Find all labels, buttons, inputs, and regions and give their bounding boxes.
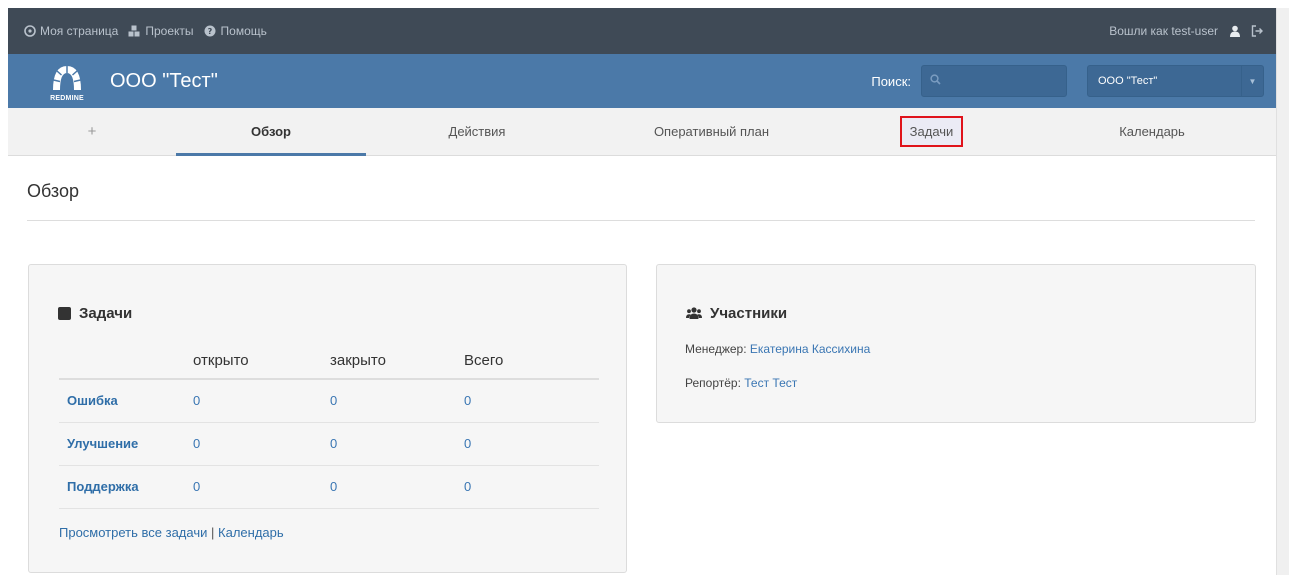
cubes-icon <box>128 25 141 38</box>
column-header-total: Всего <box>456 343 599 380</box>
users-icon <box>686 307 702 320</box>
redmine-logo[interactable]: REDMINE <box>46 59 88 103</box>
redmine-logo-icon <box>53 66 81 90</box>
reporter-line: Репортёр: Тест Тест <box>685 376 797 390</box>
issues-table: открыто закрыто Всего Ошибка 0 0 0 Улучш… <box>59 343 599 509</box>
issues-box-title: Задачи <box>58 305 132 322</box>
total-count-link[interactable]: 0 <box>456 379 599 423</box>
page-title: Обзор <box>27 181 79 201</box>
project-header: REDMINE ООО "Тест" Поиск: ООО "Тест" ▼ <box>8 54 1276 108</box>
link-separator: | <box>211 525 215 540</box>
tracker-link-feature[interactable]: Улучшение <box>59 422 185 466</box>
tracker-link-support[interactable]: Поддержка <box>59 465 185 509</box>
reporter-role-label: Репортёр: <box>685 376 741 390</box>
my-page-link[interactable]: Моя страница <box>23 24 118 38</box>
tab-roadmap-label: Оперативный план <box>653 124 770 139</box>
tab-new[interactable]: + <box>8 108 176 155</box>
issues-table-header: открыто закрыто Всего <box>59 343 599 380</box>
column-header-tracker <box>59 343 185 380</box>
tab-activity-label: Действия <box>448 124 506 139</box>
table-row: Ошибка 0 0 0 <box>59 379 599 423</box>
svg-text:?: ? <box>208 27 213 36</box>
total-count-link[interactable]: 0 <box>456 465 599 509</box>
project-select-value: ООО "Тест" <box>1098 75 1158 87</box>
top-menu-bar: Моя страница Проекты ? Помощь Вошли как … <box>8 8 1276 54</box>
tab-issues-label: Задачи <box>899 116 964 147</box>
tab-calendar[interactable]: Календарь <box>1028 108 1276 155</box>
issues-box: Задачи открыто закрыто Всего Ошибка 0 0 … <box>28 264 627 573</box>
manager-role-label: Менеджер: <box>685 342 747 356</box>
tab-issues[interactable]: Задачи <box>835 108 1028 155</box>
search-input[interactable] <box>947 74 1057 88</box>
open-count-link[interactable]: 0 <box>185 422 322 466</box>
total-count-link[interactable]: 0 <box>456 422 599 466</box>
closed-count-link[interactable]: 0 <box>322 379 456 423</box>
search-icon <box>930 72 941 90</box>
projects-link[interactable]: Проекты <box>128 24 194 38</box>
title-divider <box>27 220 1255 221</box>
open-count-link[interactable]: 0 <box>185 465 322 509</box>
project-title: ООО "Тест" <box>110 69 218 92</box>
tab-roadmap[interactable]: Оперативный план <box>588 108 835 155</box>
logo-text: REDMINE <box>50 95 84 102</box>
members-box: Участники Менеджер: Екатерина Кассихина … <box>656 264 1256 423</box>
tab-activity[interactable]: Действия <box>366 108 588 155</box>
closed-count-link[interactable]: 0 <box>322 422 456 466</box>
column-header-open: открыто <box>185 343 322 380</box>
tab-new-label: + <box>87 123 97 140</box>
main-menu-tabs: + Обзор Действия Оперативный план Задачи… <box>8 108 1276 156</box>
sign-out-icon[interactable] <box>1251 24 1264 38</box>
issues-square-icon <box>58 307 71 320</box>
search-field[interactable] <box>921 65 1067 97</box>
manager-line: Менеджер: Екатерина Кассихина <box>685 342 870 356</box>
reporter-user-link[interactable]: Тест Тест <box>744 376 797 390</box>
my-page-label: Моя страница <box>40 24 119 38</box>
project-jump-select[interactable]: ООО "Тест" ▼ <box>1087 65 1264 97</box>
calendar-link[interactable]: Календарь <box>218 525 284 540</box>
view-all-issues-link[interactable]: Просмотреть все задачи <box>59 525 207 540</box>
search-label: Поиск: <box>871 73 911 89</box>
issues-title-label: Задачи <box>79 305 133 322</box>
scrollbar-track[interactable] <box>1276 8 1289 575</box>
tab-overview[interactable]: Обзор <box>176 108 366 156</box>
help-label: Помощь <box>220 24 267 38</box>
tracker-link-bug[interactable]: Ошибка <box>59 379 185 423</box>
table-row: Улучшение 0 0 0 <box>59 422 599 466</box>
user-icon[interactable] <box>1228 25 1241 38</box>
tab-overview-label: Обзор <box>251 124 291 139</box>
members-title-label: Участники <box>710 305 788 322</box>
column-header-closed: закрыто <box>322 343 456 380</box>
app-window: Моя страница Проекты ? Помощь Вошли как … <box>8 8 1276 575</box>
members-box-title: Участники <box>686 305 787 322</box>
question-circle-icon: ? <box>204 25 217 38</box>
help-link[interactable]: ? Помощь <box>204 24 267 38</box>
tab-calendar-label: Календарь <box>1119 124 1185 139</box>
logged-in-as[interactable]: Вошли как test-user <box>1109 24 1218 38</box>
manager-user-link[interactable]: Екатерина Кассихина <box>750 342 870 356</box>
chevron-down-icon: ▼ <box>1241 66 1263 96</box>
projects-label: Проекты <box>145 24 194 38</box>
issues-footer-links: Просмотреть все задачи | Календарь <box>59 525 284 540</box>
open-count-link[interactable]: 0 <box>185 379 322 423</box>
dashboard-icon <box>23 24 36 38</box>
table-row: Поддержка 0 0 0 <box>59 465 599 509</box>
closed-count-link[interactable]: 0 <box>322 465 456 509</box>
